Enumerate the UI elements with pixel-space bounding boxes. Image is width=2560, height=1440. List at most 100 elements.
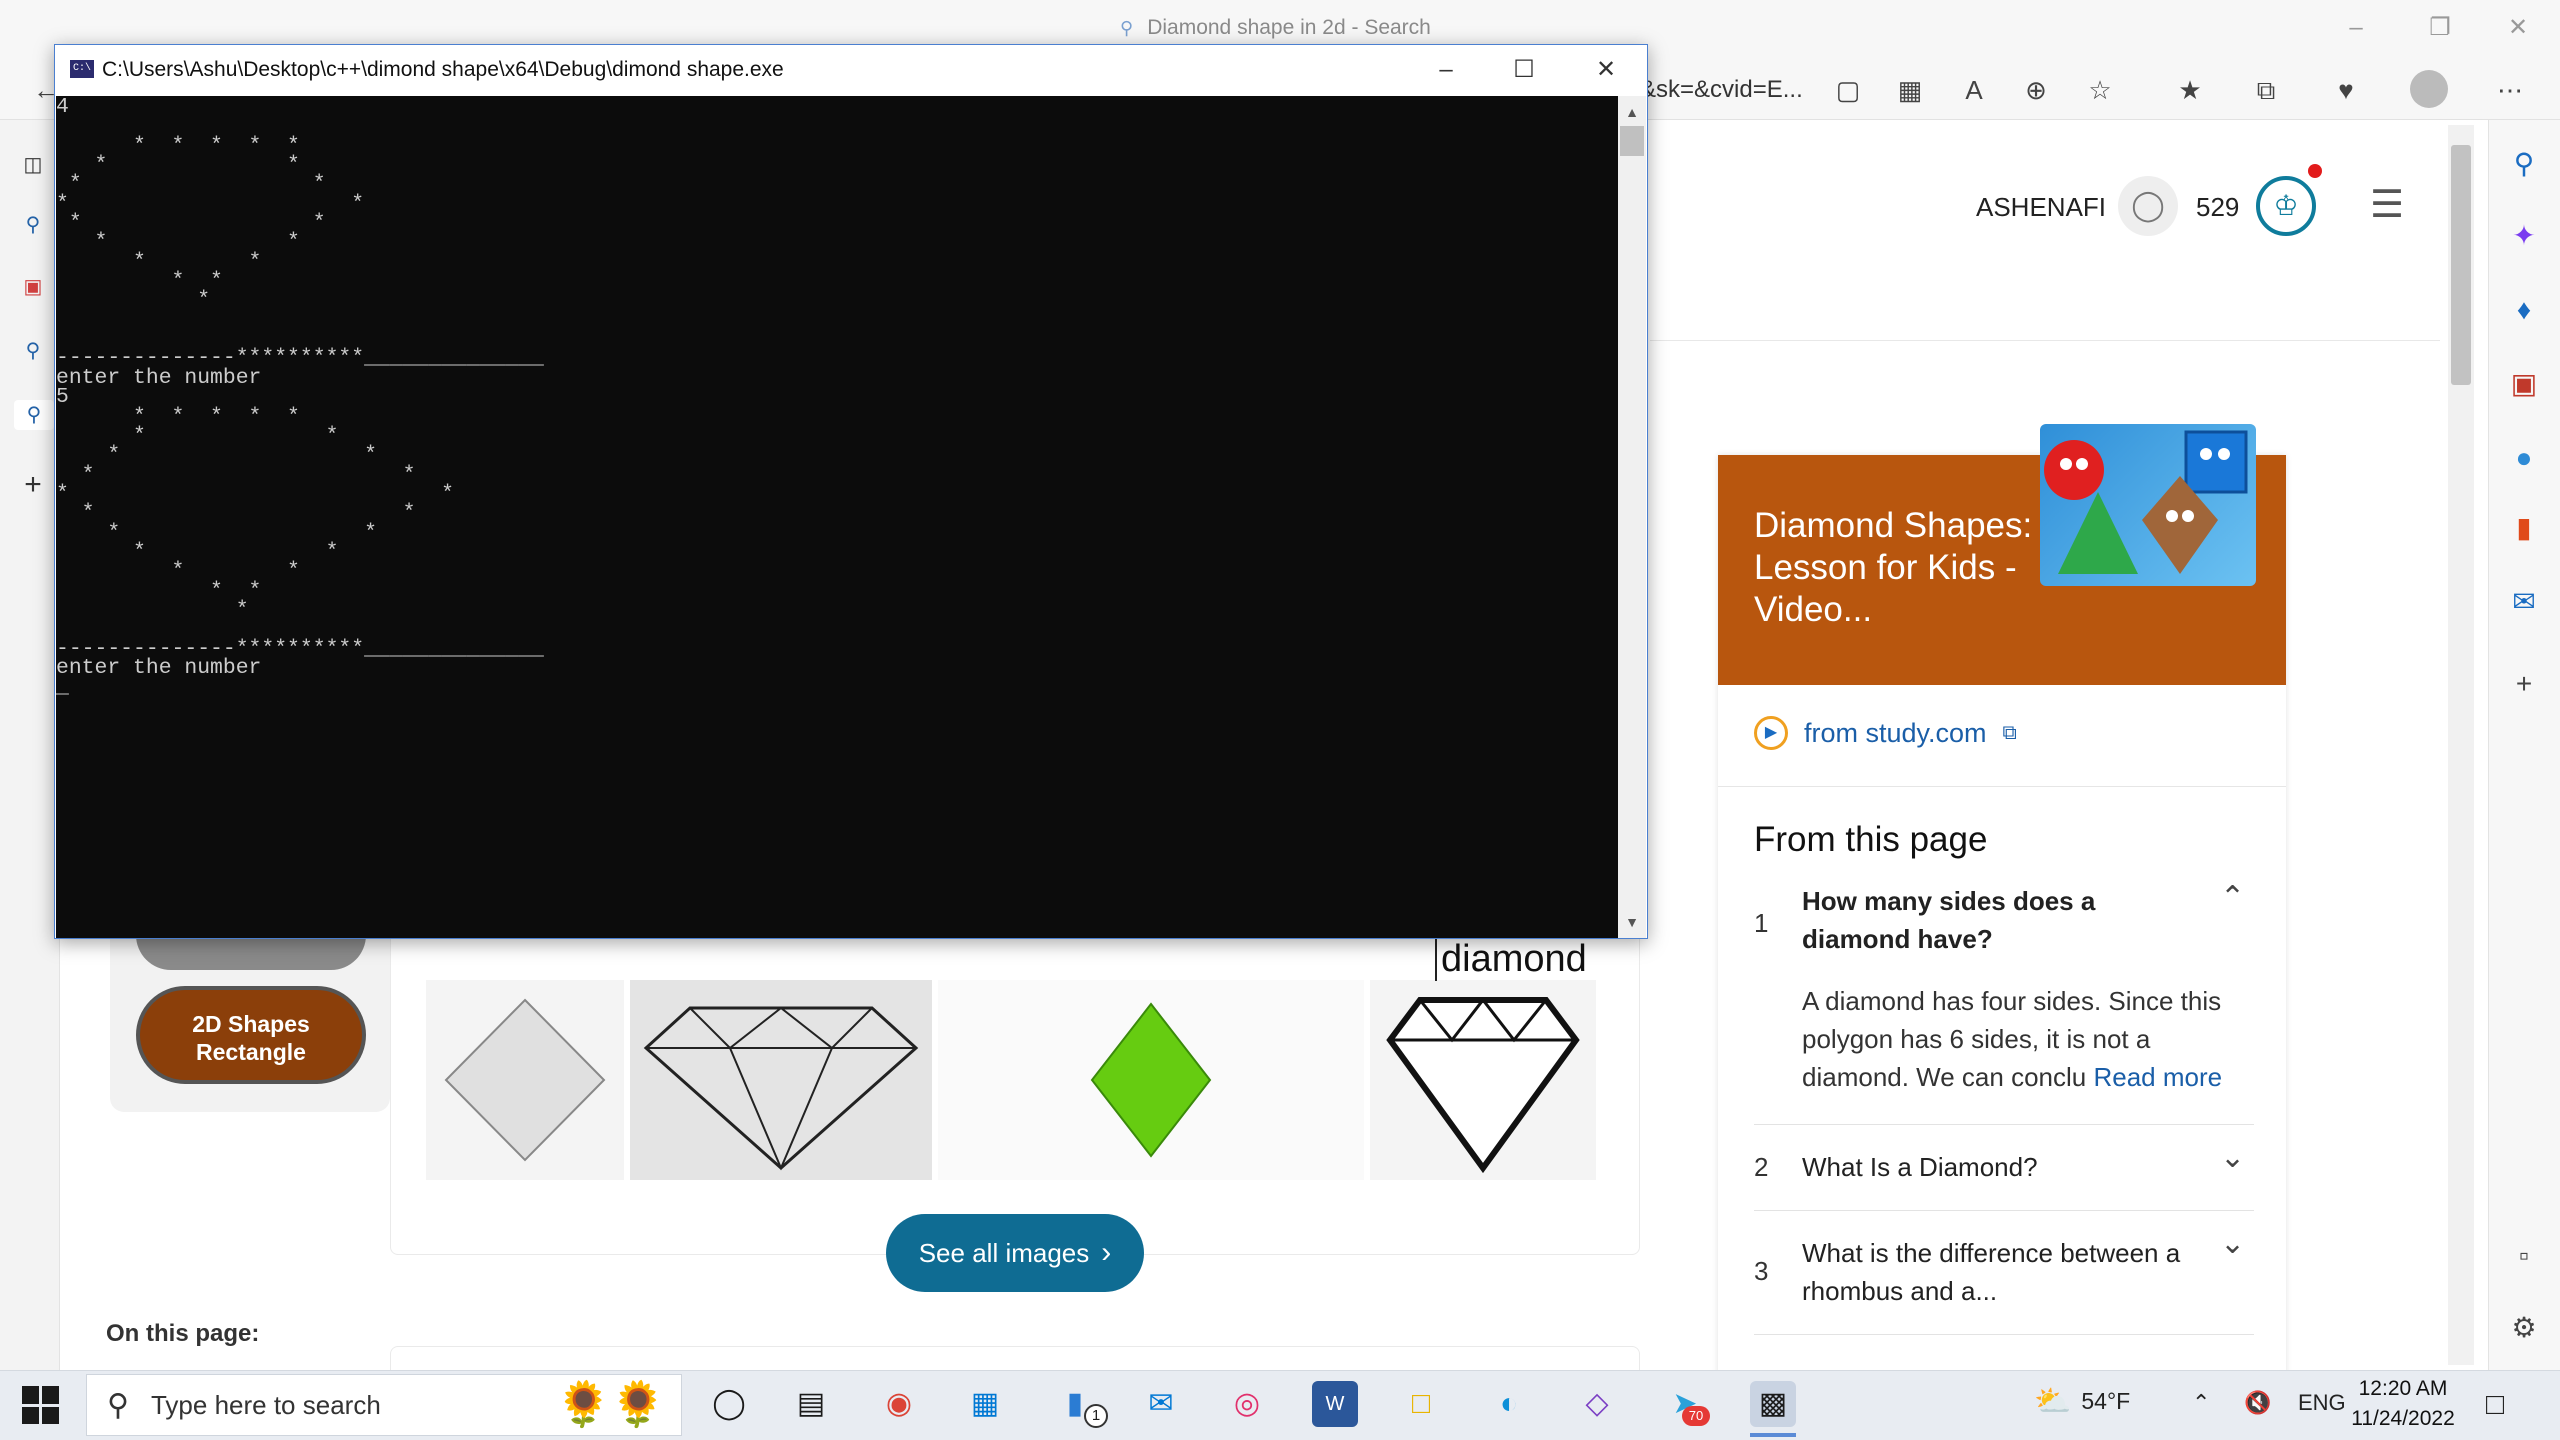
- collections-icon[interactable]: ⧉: [2246, 72, 2286, 108]
- taskbar-badge-1: 1: [1084, 1404, 1108, 1428]
- page-scrollbar-thumb[interactable]: [2451, 145, 2471, 385]
- settings-gear-icon[interactable]: ⚙: [2502, 1308, 2546, 1348]
- user-name[interactable]: ASHENAFI: [1976, 192, 2106, 223]
- add-favorite-icon[interactable]: ☆: [2080, 72, 2120, 108]
- sparkle-icon[interactable]: ✦: [2502, 216, 2546, 256]
- console-minimize-button[interactable]: –: [1418, 52, 1474, 88]
- chevron-up-icon[interactable]: ⌃: [2220, 880, 2245, 915]
- search-icon[interactable]: ⚲: [2502, 144, 2546, 184]
- new-tab-icon[interactable]: +: [18, 470, 48, 500]
- faq-divider: [1754, 1210, 2254, 1211]
- faq-divider: [1754, 1124, 2254, 1125]
- browser-minimize-button[interactable]: –: [2336, 10, 2376, 46]
- cortana-icon[interactable]: ◯: [706, 1381, 752, 1427]
- faq-number-2: 2: [1754, 1152, 1769, 1182]
- external-link-icon: ⧉: [2002, 721, 2017, 744]
- address-bar[interactable]: &sk=&cvid=E...: [1640, 76, 1803, 104]
- diamond-word-thumb[interactable]: diamond: [1435, 938, 1587, 981]
- see-all-images-button[interactable]: See all images ›: [886, 1214, 1144, 1292]
- profile-avatar-icon[interactable]: [2410, 70, 2448, 108]
- tag-icon[interactable]: ♦: [2502, 290, 2546, 330]
- browser-close-button[interactable]: ✕: [2498, 10, 2538, 46]
- rewards-points[interactable]: 529: [2196, 192, 2239, 223]
- faq-number-1: 1: [1754, 908, 1769, 938]
- card-thumbnail-image[interactable]: [2040, 424, 2256, 586]
- console-app-icon: C:\: [70, 60, 94, 78]
- console-scroll-up-icon[interactable]: ▲: [1618, 98, 1646, 126]
- word-icon[interactable]: W: [1312, 1381, 1358, 1427]
- console-scrollbar[interactable]: [1618, 96, 1646, 938]
- chevron-right-icon: ›: [1101, 1236, 1112, 1269]
- tab-search-icon-2[interactable]: ⚲: [18, 336, 48, 366]
- chrome-icon[interactable]: ◉: [876, 1381, 922, 1427]
- read-aloud-icon[interactable]: A: [1954, 72, 1994, 108]
- sunflower-icon: 🌻🌻: [556, 1380, 666, 1429]
- games-icon[interactable]: ●: [2502, 438, 2546, 478]
- weather-cloud-icon: ⛅: [2034, 1385, 2072, 1418]
- zoom-icon[interactable]: ⊕: [2016, 72, 2056, 108]
- image-thumb-diamond-outline[interactable]: [1370, 980, 1596, 1180]
- visual-studio-icon[interactable]: ◇: [1574, 1381, 1620, 1427]
- more-menu-icon[interactable]: ⋯: [2490, 72, 2530, 108]
- console-maximize-button[interactable]: ☐: [1496, 52, 1552, 88]
- faq-divider: [1754, 1334, 2254, 1335]
- notification-center-icon[interactable]: □: [2486, 1388, 2504, 1422]
- add-sidebar-icon[interactable]: +: [2502, 664, 2546, 704]
- image-thumb-gray-diamond[interactable]: [426, 980, 624, 1180]
- image-thumb-gem-outline[interactable]: [630, 980, 932, 1180]
- faq-answer-1: A diamond has four sides. Since this pol…: [1802, 982, 2252, 1096]
- tray-chevron-up-icon[interactable]: ⌃: [2192, 1390, 2210, 1416]
- tab-search-icon-1[interactable]: ⚲: [18, 210, 48, 240]
- browser-restore-button[interactable]: ❐: [2420, 10, 2460, 46]
- faq-number-3: 3: [1754, 1256, 1769, 1286]
- console-scroll-down-icon[interactable]: ▼: [1618, 908, 1646, 936]
- office-icon[interactable]: ▮: [2502, 508, 2546, 548]
- volume-muted-icon[interactable]: 🔇: [2244, 1390, 2271, 1416]
- app-grid-icon[interactable]: ▦: [1890, 72, 1930, 108]
- pdf-tab-icon[interactable]: ▣: [18, 272, 48, 302]
- source-link[interactable]: ▶ from study.com ⧉: [1754, 716, 2017, 750]
- chevron-down-icon[interactable]: ⌄: [2220, 1140, 2245, 1175]
- card-title[interactable]: Diamond Shapes: Lesson for Kids - Video.…: [1754, 505, 2044, 631]
- console-scrollbar-thumb[interactable]: [1620, 126, 1644, 156]
- faq-question-1[interactable]: How many sides does a diamond have?: [1802, 882, 2202, 958]
- file-explorer-icon[interactable]: □: [1398, 1381, 1444, 1427]
- chevron-down-icon[interactable]: ⌄: [2220, 1226, 2245, 1261]
- faq-question-3[interactable]: What is the difference between a rhombus…: [1802, 1234, 2202, 1310]
- on-this-page-label: On this page:: [106, 1320, 260, 1347]
- health-icon[interactable]: ♥: [2326, 72, 2366, 108]
- console-taskbar-icon[interactable]: ▩: [1750, 1381, 1796, 1427]
- edge-icon[interactable]: ◐: [1486, 1381, 1532, 1427]
- see-all-label: See all images: [918, 1237, 1090, 1268]
- device-icon[interactable]: ▢: [1828, 72, 1868, 108]
- clock-date: 11/24/2022: [2351, 1407, 2455, 1430]
- taskbar-search-placeholder: Type here to search: [150, 1389, 381, 1420]
- tab-search-icon-active[interactable]: ⚲: [14, 400, 54, 430]
- console-close-button[interactable]: ✕: [1578, 52, 1634, 88]
- taskbar-clock[interactable]: 12:20 AM 11/24/2022: [2348, 1374, 2458, 1434]
- windows-start-icon[interactable]: [22, 1386, 60, 1424]
- store-icon[interactable]: ▦: [962, 1381, 1008, 1427]
- 2d-shapes-rectangle-pill[interactable]: 2D Shapes Rectangle: [136, 986, 366, 1084]
- weather-widget[interactable]: ⛅ 54°F: [2034, 1384, 2130, 1419]
- favorites-icon[interactable]: ★: [2170, 72, 2210, 108]
- tab-actions-icon[interactable]: ◫: [18, 150, 48, 180]
- outlook-icon[interactable]: ✉: [2502, 582, 2546, 622]
- language-indicator[interactable]: ENG: [2298, 1390, 2346, 1416]
- mail-icon[interactable]: ✉: [1138, 1381, 1184, 1427]
- hide-sidebar-icon[interactable]: ▫: [2502, 1236, 2546, 1276]
- image-thumb-green-diamond[interactable]: [938, 980, 1364, 1180]
- read-more-link[interactable]: Read more: [2093, 1062, 2222, 1092]
- task-view-icon[interactable]: ▤: [788, 1381, 834, 1427]
- source-text: from study.com: [1804, 717, 1987, 748]
- trophy-icon[interactable]: ♔: [2256, 176, 2316, 236]
- faq-question-2[interactable]: What Is a Diamond?: [1802, 1148, 2202, 1186]
- instagram-icon[interactable]: ◎: [1224, 1381, 1270, 1427]
- browser-tab-title[interactable]: ⚲ Diamond shape in 2d - Search: [1120, 16, 1431, 40]
- temperature: 54°F: [2081, 1388, 2131, 1414]
- vertical-tabs-panel: [0, 120, 60, 1370]
- toolbox-icon[interactable]: ▣: [2502, 364, 2546, 404]
- clock-time: 12:20 AM: [2358, 1377, 2448, 1400]
- user-avatar-icon[interactable]: ◯: [2118, 176, 2178, 236]
- hamburger-menu-icon[interactable]: ☰: [2370, 186, 2412, 224]
